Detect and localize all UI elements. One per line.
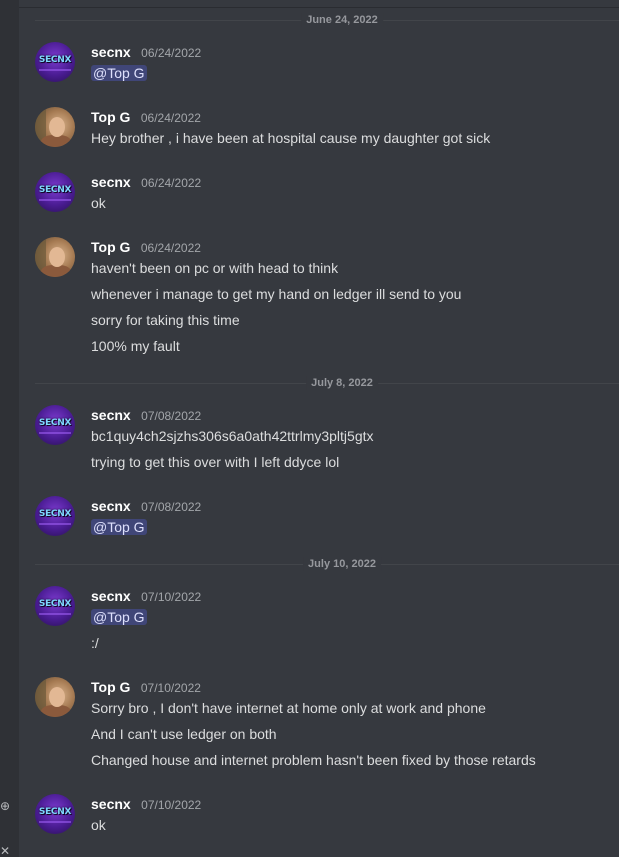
date-divider-label: June 24, 2022 xyxy=(301,13,383,27)
topg-avatar[interactable] xyxy=(35,237,75,277)
chat-window: ⊕ ✕ June 24, 2022 SECNX secnx 06/24/2022… xyxy=(0,0,619,857)
username[interactable]: secnx xyxy=(91,498,131,514)
user-mention[interactable]: @Top G xyxy=(91,609,147,625)
message-line: Hey brother , i have been at hospital ca… xyxy=(91,130,491,146)
avatar-text: SECNX xyxy=(38,599,72,609)
username[interactable]: secnx xyxy=(91,174,131,190)
timestamp: 06/24/2022 xyxy=(141,46,202,60)
message-line: haven't been on pc or with head to think xyxy=(91,260,339,276)
date-divider: June 24, 2022 xyxy=(35,13,619,27)
message-list: June 24, 2022 SECNX secnx 06/24/2022 @To… xyxy=(19,0,619,857)
date-divider: July 8, 2022 xyxy=(35,376,619,390)
timestamp: 06/24/2022 xyxy=(140,241,201,255)
message-header: Top G 06/24/2022 xyxy=(91,239,201,257)
message-header: Top G 07/10/2022 xyxy=(91,679,201,697)
message-line: trying to get this over with I left ddyc… xyxy=(91,454,340,470)
secnx-avatar[interactable]: SECNX xyxy=(35,42,75,82)
message-line: @Top G xyxy=(91,64,147,82)
message-line: 100% my fault xyxy=(91,338,180,354)
secnx-avatar[interactable]: SECNX xyxy=(35,794,75,834)
left-sidebar-strip: ⊕ ✕ xyxy=(0,0,19,857)
timestamp: 07/10/2022 xyxy=(141,798,202,812)
message-line: Changed house and internet problem hasn'… xyxy=(91,752,536,768)
message-line: Sorry bro , I don't have internet at hom… xyxy=(91,700,486,716)
message-header: secnx 07/10/2022 xyxy=(91,588,201,606)
gift-icon[interactable]: ⊕ xyxy=(0,800,10,812)
secnx-avatar[interactable]: SECNX xyxy=(35,586,75,626)
avatar-text: SECNX xyxy=(38,509,72,519)
user-mention[interactable]: @Top G xyxy=(91,65,147,81)
secnx-avatar[interactable]: SECNX xyxy=(35,496,75,536)
close-icon[interactable]: ✕ xyxy=(0,845,10,857)
timestamp: 06/24/2022 xyxy=(141,176,202,190)
timestamp: 07/10/2022 xyxy=(140,681,201,695)
username[interactable]: Top G xyxy=(91,239,130,255)
topg-avatar[interactable] xyxy=(35,107,75,147)
avatar-text: SECNX xyxy=(38,185,72,195)
timestamp: 07/08/2022 xyxy=(141,500,202,514)
message-line: @Top G xyxy=(91,608,147,626)
timestamp: 07/10/2022 xyxy=(141,590,202,604)
message-header: Top G 06/24/2022 xyxy=(91,109,201,127)
message-header: secnx 06/24/2022 xyxy=(91,174,201,192)
secnx-avatar[interactable]: SECNX xyxy=(35,405,75,445)
secnx-avatar[interactable]: SECNX xyxy=(35,172,75,212)
avatar-text: SECNX xyxy=(38,807,72,817)
date-divider: July 10, 2022 xyxy=(35,557,619,571)
timestamp: 06/24/2022 xyxy=(140,111,201,125)
username[interactable]: secnx xyxy=(91,44,131,60)
message-line: whenever i manage to get my hand on ledg… xyxy=(91,286,462,302)
date-divider-label: July 10, 2022 xyxy=(303,557,381,571)
message-header: secnx 06/24/2022 xyxy=(91,44,201,62)
avatar-text: SECNX xyxy=(38,418,72,428)
username[interactable]: secnx xyxy=(91,588,131,604)
topg-avatar[interactable] xyxy=(35,677,75,717)
message-line: @Top G xyxy=(91,518,147,536)
username[interactable]: secnx xyxy=(91,796,131,812)
message-header: secnx 07/10/2022 xyxy=(91,796,201,814)
username[interactable]: Top G xyxy=(91,679,130,695)
message-line: sorry for taking this time xyxy=(91,312,240,328)
avatar-text: SECNX xyxy=(38,55,72,65)
date-divider-label: July 8, 2022 xyxy=(306,376,378,390)
message-line: And I can't use ledger on both xyxy=(91,726,277,742)
timestamp: 07/08/2022 xyxy=(141,409,202,423)
user-mention[interactable]: @Top G xyxy=(91,519,147,535)
message-line: bc1quy4ch2sjzhs306s6a0ath42ttrlmy3pltj5g… xyxy=(91,428,374,444)
message-line: ok xyxy=(91,817,106,833)
message-header: secnx 07/08/2022 xyxy=(91,407,201,425)
message-line: :/ xyxy=(91,635,99,651)
message-header: secnx 07/08/2022 xyxy=(91,498,201,516)
username[interactable]: secnx xyxy=(91,407,131,423)
message-line: ok xyxy=(91,195,106,211)
username[interactable]: Top G xyxy=(91,109,130,125)
